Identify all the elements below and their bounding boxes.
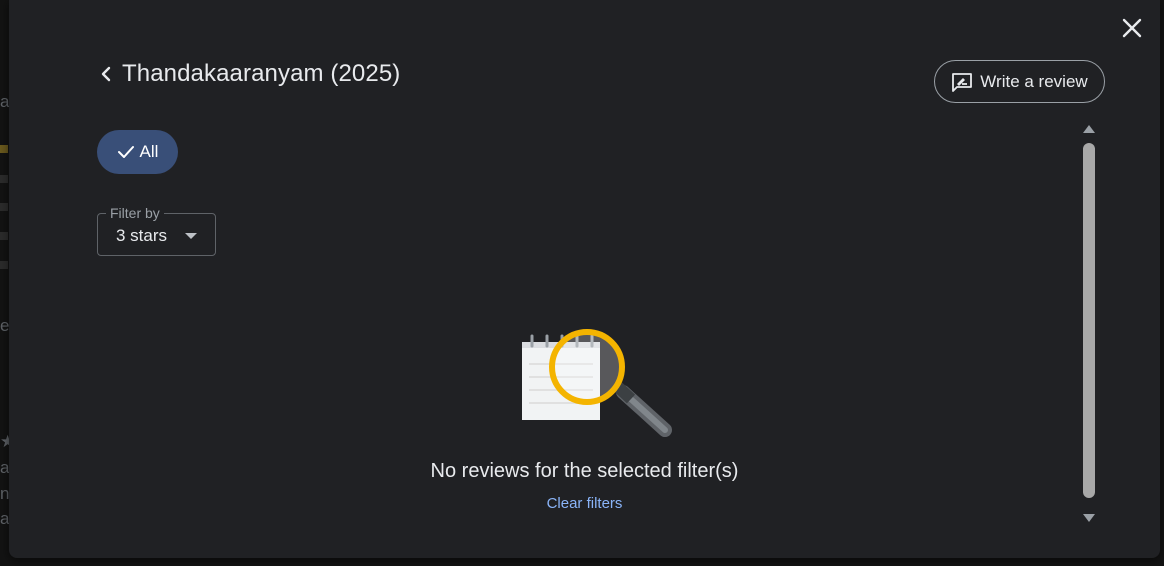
scrollbar[interactable]	[1080, 121, 1098, 527]
filter-chip-all[interactable]: All	[97, 130, 178, 174]
empty-state-message: No reviews for the selected filter(s)	[430, 460, 739, 482]
background-bar-fragment	[0, 232, 8, 240]
background-bar-fragment	[0, 203, 8, 211]
filter-chip-label: All	[139, 142, 159, 161]
close-icon	[1122, 18, 1142, 38]
close-button[interactable]	[1119, 15, 1145, 41]
filter-legend: Filter by	[106, 205, 164, 221]
scroll-down-arrow-icon[interactable]	[1083, 514, 1095, 522]
write-review-button[interactable]: Write a review	[934, 60, 1105, 103]
background-bar-fragment	[0, 145, 8, 153]
scrollbar-thumb[interactable]	[1083, 143, 1095, 498]
check-icon	[117, 146, 134, 158]
reviews-dialog: Thandakaaranyam (2025) Write a review Al…	[9, 0, 1160, 558]
filter-selected-value: 3 stars	[116, 226, 168, 245]
arrow-drop-down-icon	[185, 233, 197, 239]
background-bar-fragment	[0, 175, 8, 183]
clear-filters-link[interactable]: Clear filters	[9, 495, 1160, 512]
chevron-left-icon	[101, 66, 111, 82]
back-button[interactable]	[99, 59, 119, 89]
dialog-header: Thandakaaranyam (2025)	[99, 58, 400, 90]
background-bar-fragment	[0, 261, 8, 269]
star-filter-dropdown[interactable]: Filter by 3 stars	[97, 205, 216, 256]
notepad-magnifier-icon	[522, 329, 672, 437]
write-review-label: Write a review	[980, 71, 1088, 91]
rate-review-icon	[952, 72, 973, 92]
page-title: Thandakaaranyam (2025)	[122, 60, 401, 87]
scroll-up-arrow-icon[interactable]	[1083, 125, 1095, 133]
